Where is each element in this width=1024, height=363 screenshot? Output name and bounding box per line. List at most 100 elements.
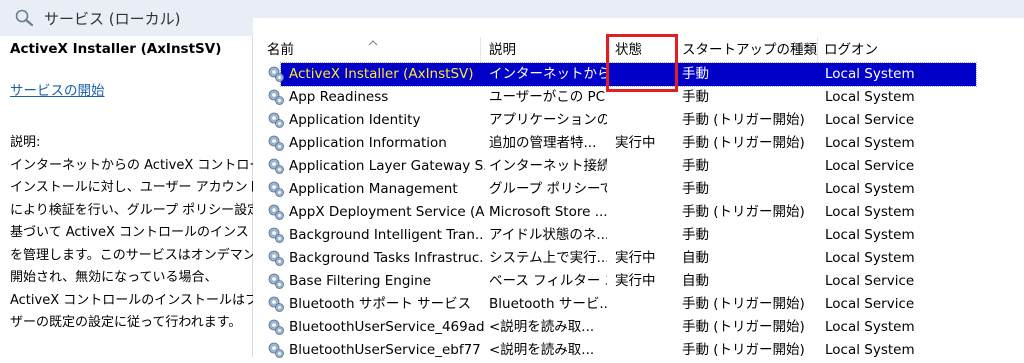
- service-name-cell: AppX Deployment Service (A...: [289, 204, 485, 220]
- service-logon-cell: Local System: [825, 135, 915, 151]
- service-gear-icon: [267, 318, 285, 336]
- service-row[interactable]: Base Filtering Engine ベース フィルター エ... 実行中 自動…: [253, 270, 1024, 293]
- description-line: インターネットからの ActiveX コントロールの: [10, 157, 289, 173]
- column-header-logon[interactable]: ログオン: [820, 37, 1020, 63]
- service-gear-icon: [267, 88, 285, 106]
- service-logon-cell: Local System: [825, 89, 915, 105]
- service-name-cell: Application Identity: [289, 112, 421, 128]
- service-logon-cell: Local System: [825, 66, 915, 82]
- service-name-cell: Background Tasks Infrastruc...: [289, 250, 485, 266]
- service-row[interactable]: Background Tasks Infrastruc... システム上で実行..…: [253, 247, 1024, 270]
- service-description-cell: Microsoft Store ...: [489, 204, 607, 220]
- service-status-cell: [615, 109, 677, 132]
- service-gear-icon: [267, 341, 285, 359]
- service-row[interactable]: BluetoothUserService_469ad <説明を読み取... 手動 (…: [253, 316, 1024, 339]
- service-logon-cell: Local System: [825, 342, 915, 358]
- service-gear-icon: [267, 272, 285, 290]
- service-name-cell: Base Filtering Engine: [289, 273, 432, 289]
- service-logon-cell: Local Service: [825, 273, 915, 289]
- service-logon-cell: Local Service: [825, 112, 915, 128]
- service-startup-cell: 手動 (トリガー開始): [682, 319, 805, 335]
- service-description-cell: システム上で実行...: [489, 250, 607, 266]
- service-startup-cell: 手動 (トリガー開始): [682, 204, 805, 220]
- description-line: 説明:: [10, 135, 41, 150]
- service-status-cell: 実行中: [615, 273, 656, 289]
- service-row[interactable]: Application Layer Gateway S...インターネット接続.…: [253, 155, 1024, 178]
- description-line: 開始され、無効になっている場合、: [10, 270, 218, 285]
- service-description-cell: アプリケーションの I...: [489, 112, 607, 128]
- service-startup-cell: 手動: [682, 66, 709, 82]
- service-startup-cell: 手動 (トリガー開始): [682, 296, 805, 312]
- service-name-cell: App Readiness: [289, 89, 389, 105]
- service-logon-cell: Local System: [825, 250, 915, 266]
- service-logon-cell: Local Service: [825, 296, 915, 312]
- start-service-link[interactable]: サービスの開始: [10, 79, 105, 99]
- service-status-cell: [615, 201, 677, 224]
- service-row[interactable]: AppX Deployment Service (A... Microsoft S…: [253, 201, 1024, 224]
- service-name-cell: Bluetooth サポート サービス: [289, 296, 472, 312]
- service-logon-cell: Local System: [825, 204, 915, 220]
- service-row[interactable]: Application Management グループ ポリシーで... 手動 Loc…: [253, 178, 1024, 201]
- service-description-cell: ベース フィルター エ...: [489, 273, 607, 289]
- service-description-cell: インターネット接続...: [489, 158, 607, 174]
- service-gear-icon: [267, 65, 285, 83]
- service-startup-cell: 自動: [682, 250, 709, 266]
- service-name-cell: ActiveX Installer (AxInstSV): [289, 66, 474, 82]
- service-logon-cell: Local Service: [825, 158, 915, 174]
- service-startup-cell: 手動 (トリガー開始): [682, 135, 805, 151]
- service-status-cell: [615, 178, 677, 201]
- service-row[interactable]: Application Identity アプリケーションの I... 手動 (トリ…: [253, 109, 1024, 132]
- service-logon-cell: Local System: [825, 319, 915, 335]
- selected-service-name: ActiveX Installer (AxInstSV): [10, 41, 222, 57]
- service-description: 説明: インターネットからの ActiveX コントロールの インストールに対し…: [10, 132, 289, 335]
- service-startup-cell: 手動 (トリガー開始): [682, 112, 805, 128]
- service-row[interactable]: BluetoothUserService_ebf77 <説明を読み取... 手動 (…: [253, 339, 1024, 362]
- service-gear-icon: [267, 157, 285, 175]
- service-startup-cell: 自動: [682, 273, 709, 289]
- service-startup-cell: 手動: [682, 181, 709, 197]
- service-description-cell: 追加の管理者特...: [489, 135, 597, 151]
- service-gear-icon: [267, 111, 285, 129]
- column-header-name[interactable]: 名前: [263, 37, 481, 63]
- service-gear-icon: [267, 134, 285, 152]
- service-description-cell: ユーザーがこの PC ...: [489, 89, 607, 105]
- service-name-cell: Application Layer Gateway S...: [289, 158, 485, 174]
- service-gear-icon: [267, 203, 285, 221]
- status-column-highlight: [606, 34, 678, 92]
- description-line: 基づいて ActiveX コントロールのインストール: [10, 225, 288, 240]
- service-logon-cell: Local System: [825, 181, 915, 197]
- service-gear-icon: [267, 249, 285, 267]
- service-detail-pane: ActiveX Installer (AxInstSV) サービスの開始 説明:…: [0, 36, 289, 357]
- service-row[interactable]: Application Information 追加の管理者特... 実行中 手動 (…: [253, 132, 1024, 155]
- column-header-startup-type[interactable]: スタートアップの種類: [678, 37, 818, 63]
- services-magnifier-icon: [14, 9, 36, 31]
- service-row[interactable]: Background Intelligent Tran... アイドル状態のネ..…: [253, 224, 1024, 247]
- service-status-cell: 実行中: [615, 250, 656, 266]
- service-startup-cell: 手動: [682, 158, 709, 174]
- service-startup-cell: 手動 (トリガー開始): [682, 342, 805, 358]
- service-status-cell: [615, 224, 677, 247]
- service-startup-cell: 手動: [682, 89, 709, 105]
- service-description-cell: <説明を読み取...: [489, 342, 595, 358]
- service-startup-cell: 手動: [682, 227, 709, 243]
- description-line: を管理します。このサービスはオンデマンドで: [10, 247, 282, 263]
- service-name-cell: BluetoothUserService_ebf77: [289, 342, 481, 358]
- service-status-cell: [615, 339, 677, 362]
- service-name-cell: Application Management: [289, 181, 458, 197]
- service-description-cell: グループ ポリシーで...: [489, 181, 607, 197]
- service-description-cell: アイドル状態のネ...: [489, 227, 607, 243]
- service-gear-icon: [267, 226, 285, 244]
- description-line: ActiveX コントロールのインストールはブラウ: [10, 292, 284, 308]
- description-line: により検証を行い、グループ ポリシー設定に: [10, 202, 274, 218]
- service-status-cell: 実行中: [615, 135, 656, 151]
- service-row[interactable]: Bluetooth サポート サービス Bluetooth サービ... 手動 (ト…: [253, 293, 1024, 316]
- service-gear-icon: [267, 180, 285, 198]
- service-name-cell: BluetoothUserService_469ad: [289, 319, 485, 335]
- service-logon-cell: Local System: [825, 227, 915, 243]
- column-header-description[interactable]: 説明: [485, 37, 610, 63]
- description-line: ザーの既定の設定に従って行われます。: [10, 315, 242, 330]
- service-description-cell: Bluetooth サービ...: [489, 296, 607, 312]
- description-line: インストールに対し、ユーザー アカウント制御: [10, 180, 287, 195]
- service-gear-icon: [267, 295, 285, 313]
- window-title: サービス (ローカル): [44, 10, 181, 28]
